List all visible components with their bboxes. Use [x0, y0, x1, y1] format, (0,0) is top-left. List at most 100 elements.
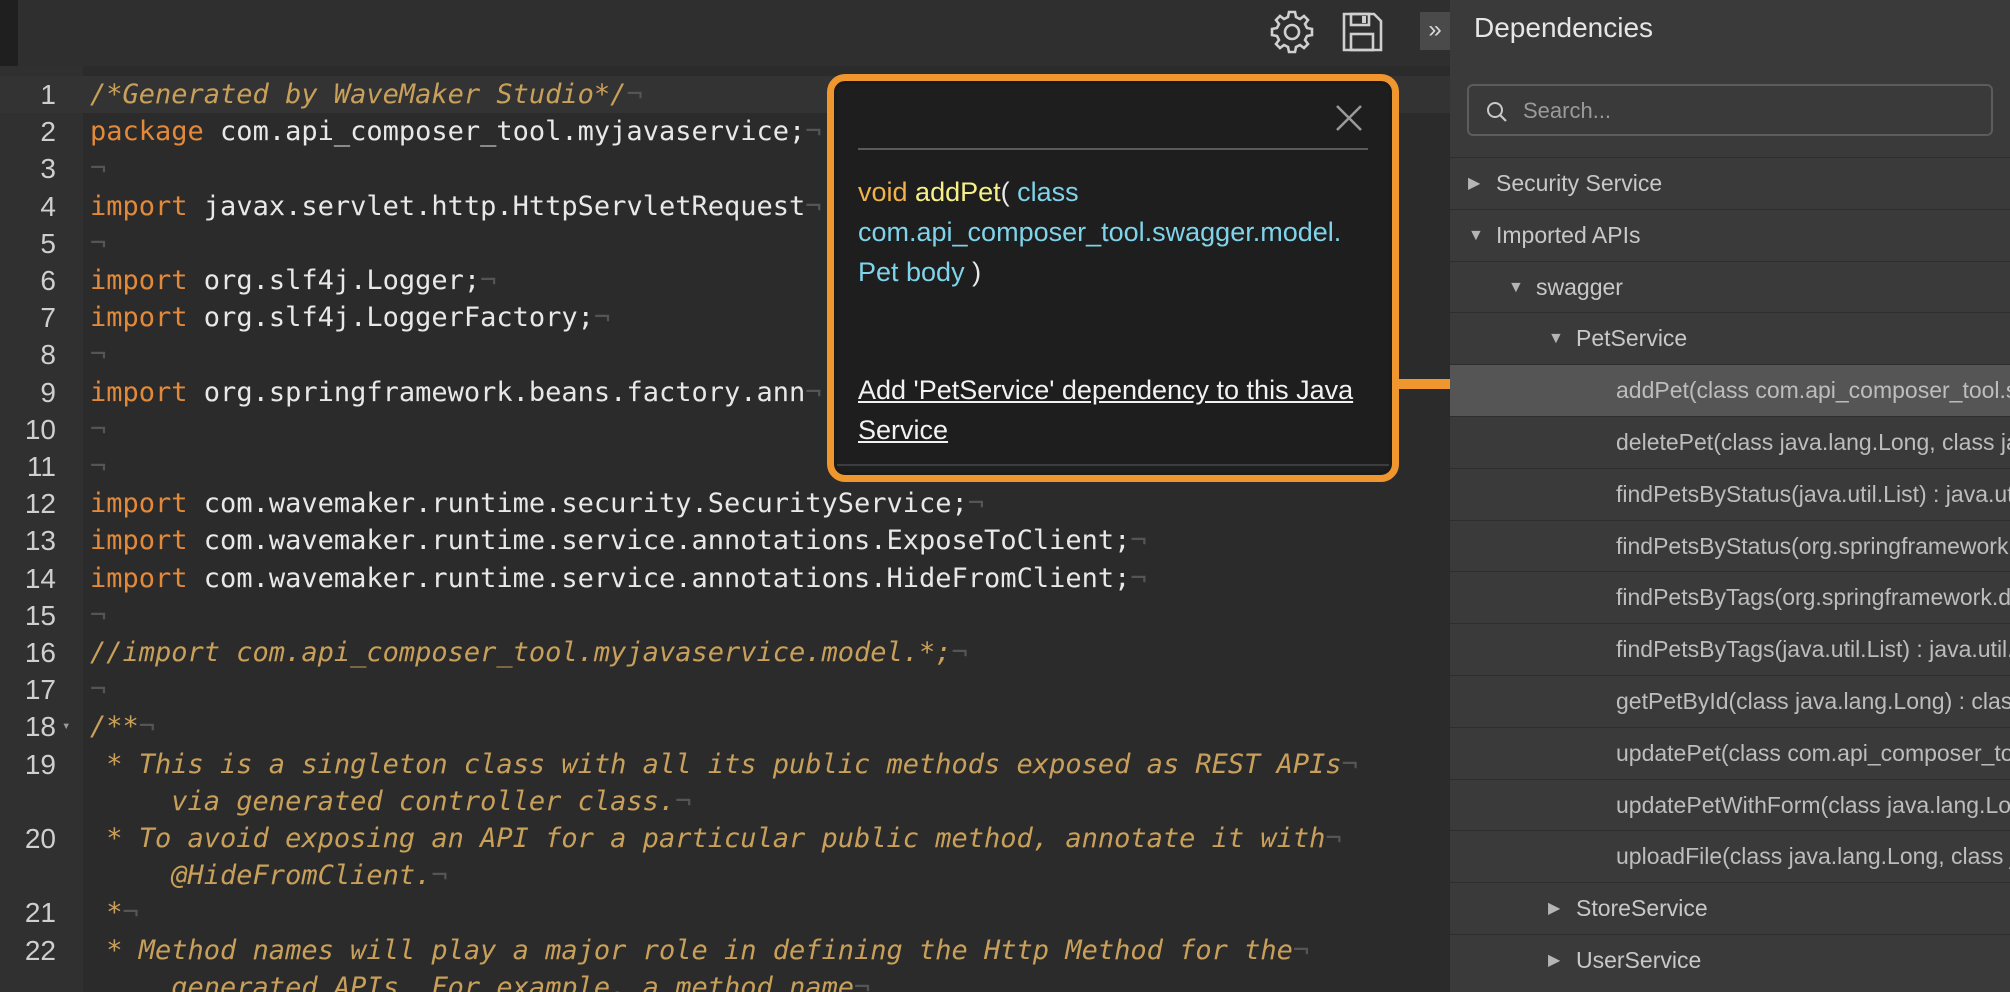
popup-divider: [858, 148, 1368, 150]
code-text: /**¬: [90, 708, 155, 745]
line-number: 3: [40, 153, 56, 185]
tree-node-label: findPetsByStatus(java.util.List) : java.…: [1616, 480, 2010, 507]
tree-leaf-method[interactable]: findPetsByTags(java.util.List) : java.ut…: [1450, 623, 2010, 675]
tree-leaf-method[interactable]: uploadFile(class java.lang.Long, class j…: [1450, 830, 2010, 882]
tree-leaf-method[interactable]: addPet(class com.api_composer_tool.swagg…: [1450, 364, 2010, 417]
tree-node-label: updatePet(class com.api_composer_tool.sw…: [1616, 739, 2010, 766]
tree-node[interactable]: ▶ Security Service: [1450, 157, 2010, 209]
method-signature: void addPet( class com.api_composer_tool…: [858, 172, 1388, 292]
line-number: 21: [24, 897, 56, 929]
code-text: import org.slf4j.LoggerFactory;¬: [90, 299, 610, 336]
signature-open-paren: (: [1000, 177, 1010, 207]
end-of-line-marker: ¬: [90, 451, 107, 482]
code-text: * This is a singleton class with all its…: [90, 746, 1358, 783]
search-input[interactable]: [1521, 92, 1985, 130]
code-text: * To avoid exposing an API for a particu…: [90, 820, 1341, 857]
end-of-line-marker: ¬: [805, 116, 822, 148]
end-of-line-marker: ¬: [675, 785, 692, 817]
tree-leaf-method[interactable]: findPetsByTags(org.springframework.data.…: [1450, 571, 2010, 623]
code-text: import org.slf4j.Logger;¬: [90, 262, 496, 299]
line-number: 10: [24, 413, 56, 445]
tree-node[interactable]: ▶ UserService: [1450, 934, 2010, 986]
line-number: 12: [24, 488, 56, 520]
line-number: 2: [40, 116, 56, 148]
tree-node-label: getPetById(class java.lang.Long) : class…: [1616, 688, 2010, 714]
code-token: com.api_composer_tool.myjavaservice;: [203, 116, 806, 148]
collapsed-caret-icon[interactable]: ▶: [1468, 158, 1480, 209]
expanded-caret-icon[interactable]: ▼: [1508, 262, 1524, 313]
tree-node[interactable]: ▶ StoreService: [1450, 882, 2010, 934]
line-number: 4: [40, 190, 56, 222]
method-info-popup: void addPet( class com.api_composer_tool…: [827, 74, 1399, 482]
code-keyword: import: [90, 376, 188, 408]
signature-method-name: addPet: [915, 177, 1001, 207]
end-of-line-marker: ¬: [90, 674, 107, 706]
signature-param-name: Pet body: [858, 257, 965, 287]
code-comment: * To avoid exposing an API for a particu…: [90, 823, 1326, 854]
tree-leaf-method[interactable]: updatePetWithForm(class java.lang.Long, …: [1450, 778, 2010, 831]
end-of-line-marker: ¬: [90, 413, 107, 445]
line-number: 14: [24, 562, 56, 594]
code-text: ¬: [90, 150, 106, 187]
tree-node-label: findPetsByTags(org.springframework.data.…: [1616, 584, 2010, 611]
end-of-line-marker: ¬: [805, 376, 822, 408]
fold-toggle-icon[interactable]: ▾: [62, 708, 70, 745]
code-comment: * This is a singleton class with all its…: [90, 748, 1342, 780]
add-dependency-link[interactable]: Add 'PetService' dependency to this Java…: [858, 370, 1388, 450]
end-of-line-marker: ¬: [480, 265, 497, 296]
code-comment: generated APIs. For example, a method na…: [90, 971, 855, 992]
tree-leaf-method[interactable]: updatePet(class com.api_composer_tool.sw…: [1450, 726, 2010, 779]
collapsed-caret-icon[interactable]: ▶: [1548, 935, 1560, 986]
tree-leaf-method[interactable]: getPetById(class java.lang.Long) : class…: [1450, 675, 2010, 727]
end-of-line-marker: ¬: [90, 153, 107, 185]
code-text: import org.springframework.beans.factory…: [90, 374, 822, 411]
editor-toolbar: [0, 0, 1450, 66]
tree-node-label: addPet(class com.api_composer_tool.swagg…: [1616, 377, 2010, 404]
end-of-line-marker: ¬: [431, 860, 448, 892]
tree-node-label: uploadFile(class java.lang.Long, class j…: [1616, 843, 2010, 870]
line-number: 6: [40, 265, 56, 296]
gear-icon[interactable]: [1266, 6, 1318, 58]
code-keyword: import: [90, 190, 188, 222]
tree-leaf-method[interactable]: deletePet(class java.lang.Long, class ja…: [1450, 416, 2010, 468]
signature-param-type: com.api_composer_tool.swagger.model.: [858, 217, 1342, 247]
code-text: import com.wavemaker.runtime.service.ann…: [90, 522, 1147, 559]
code-token: org.slf4j.Logger;: [187, 265, 481, 296]
tree-node[interactable]: ▼ PetService: [1450, 312, 2010, 364]
code-comment: *: [90, 897, 123, 929]
expanded-caret-icon[interactable]: ▼: [1468, 210, 1484, 261]
code-comment: //import com.api_composer_tool.myjavaser…: [90, 637, 952, 668]
search-box[interactable]: [1467, 84, 1993, 136]
tree-node[interactable]: ▼ Imported APIs: [1450, 208, 2010, 261]
code-text: generated APIs. For example, a method na…: [90, 969, 870, 992]
tree-leaf-method[interactable]: findPetsByStatus(java.util.List) : java.…: [1450, 467, 2010, 520]
end-of-line-marker: ¬: [122, 897, 139, 929]
code-text: //import com.api_composer_tool.myjavaser…: [90, 634, 968, 671]
code-comment: * Method names will play a major role in…: [90, 934, 1293, 966]
tree-node-label: PetService: [1576, 325, 1688, 352]
end-of-line-marker: ¬: [90, 599, 107, 631]
line-number: 11: [26, 451, 56, 482]
code-text: via generated controller class.¬: [90, 783, 691, 820]
tree-node[interactable]: ▼ swagger: [1450, 260, 2010, 313]
line-number: 17: [24, 674, 56, 706]
collapse-panel-button[interactable]: »: [1420, 12, 1450, 50]
code-text: * Method names will play a major role in…: [90, 932, 1309, 969]
code-token: com.wavemaker.runtime.security.SecurityS…: [187, 488, 968, 520]
end-of-line-marker: ¬: [1292, 934, 1310, 966]
end-of-line-marker: ¬: [593, 302, 611, 334]
code-text: ¬: [90, 336, 106, 373]
line-number: 22: [24, 934, 56, 966]
code-keyword: import: [90, 488, 188, 520]
expanded-caret-icon[interactable]: ▼: [1548, 313, 1564, 364]
line-number: 8: [40, 339, 56, 371]
tree-node-label: findPetsByStatus(org.springframework.dat…: [1616, 532, 2010, 559]
end-of-line-marker: ¬: [1130, 525, 1147, 557]
close-icon[interactable]: [1329, 98, 1369, 138]
tree-leaf-method[interactable]: findPetsByStatus(org.springframework.dat…: [1450, 519, 2010, 572]
code-text: /*Generated by WaveMaker Studio*/¬: [90, 76, 643, 113]
code-keyword: import: [90, 302, 188, 334]
line-number: 1: [40, 79, 56, 110]
save-icon[interactable]: [1336, 6, 1388, 58]
collapsed-caret-icon[interactable]: ▶: [1548, 883, 1560, 934]
